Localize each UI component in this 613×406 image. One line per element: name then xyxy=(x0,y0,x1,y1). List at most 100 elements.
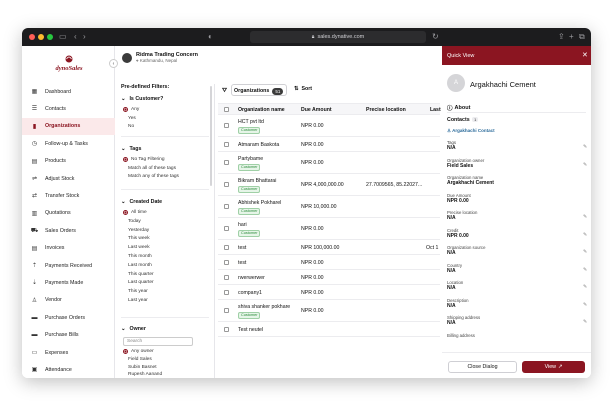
organization-name-cell[interactable]: HCT pvt ltd xyxy=(238,119,264,125)
back-icon[interactable]: ‹ xyxy=(74,31,77,43)
brand-logo[interactable]: dynoSales xyxy=(47,53,91,75)
table-row[interactable]: Atmaram Baskota NPR 0.00 xyxy=(218,137,440,152)
edit-icon[interactable]: ✎ xyxy=(583,267,587,273)
edit-icon[interactable]: ✎ xyxy=(583,232,587,238)
row-checkbox[interactable] xyxy=(224,274,229,280)
organization-name-cell[interactable]: Abhishek Pokharel xyxy=(238,200,281,206)
table-row[interactable]: Abhishek Pokharel Customer NPR 10,000.00 xyxy=(218,196,440,218)
organization-name-cell[interactable]: Atmaram Baskota xyxy=(238,142,279,148)
sidebar-item-vendor[interactable]: ♙ Vendor xyxy=(22,292,115,309)
sidebar-item-follow-up-tasks[interactable]: ◷ Follow-up & Tasks xyxy=(22,135,115,152)
column-header-organization-name[interactable]: Organization name xyxy=(238,107,285,113)
filter-option[interactable]: Rupesh Aanand xyxy=(123,372,162,377)
view-button[interactable]: View ↗ xyxy=(522,361,585,373)
row-checkbox[interactable] xyxy=(224,182,229,187)
filter-option[interactable]: Field Sales xyxy=(123,357,152,362)
organization-name-cell[interactable]: shiva shanker pokhare xyxy=(238,304,290,310)
filter-option[interactable]: Match all of these tags xyxy=(123,166,176,171)
table-row[interactable]: hari Customer NPR 0.00 xyxy=(218,218,440,240)
organization-name-cell[interactable]: test xyxy=(238,260,246,266)
radio-button[interactable] xyxy=(123,210,128,215)
filter-option[interactable]: All time xyxy=(123,210,147,215)
filter-option[interactable]: No xyxy=(123,124,134,129)
organization-name-cell[interactable]: hari xyxy=(238,222,247,228)
row-checkbox[interactable] xyxy=(224,160,229,165)
sidebar-item-payments-received[interactable]: ⇡ Payments Received xyxy=(22,257,115,274)
organization-name-cell[interactable]: Test neutel xyxy=(238,327,263,333)
filter-option[interactable]: No Tag Filtering xyxy=(123,157,165,162)
filter-option[interactable]: Yesterday xyxy=(123,228,149,233)
organization-name-cell[interactable]: company1 xyxy=(238,290,262,296)
edit-icon[interactable]: ✎ xyxy=(583,284,587,290)
filter-option[interactable]: This year xyxy=(123,289,148,294)
table-row[interactable]: rwerwerwer NPR 0.00 xyxy=(218,270,440,285)
organization-name-cell[interactable]: test xyxy=(238,245,246,251)
address-bar[interactable]: 🔒︎ sales.dynative.com xyxy=(250,31,426,43)
column-header-due-amount[interactable]: Due Amount xyxy=(301,107,332,113)
table-row[interactable]: Bikram Bhattarai Customer NPR 4,000,000.00… xyxy=(218,174,440,196)
row-checkbox[interactable] xyxy=(224,289,229,295)
sidebar-toggle-icon[interactable]: ▭ xyxy=(59,31,67,43)
table-row[interactable]: Test neutel xyxy=(218,322,440,337)
row-checkbox[interactable] xyxy=(224,226,229,231)
column-header-precise-location[interactable]: Precise location xyxy=(366,107,406,113)
sidebar-item-quotations[interactable]: ▥ Quotations xyxy=(22,205,115,222)
sort-button[interactable]: ⇅ Sort xyxy=(294,86,312,92)
filter-option[interactable]: Today xyxy=(123,219,141,224)
sidebar-item-organizations[interactable]: ▮ Organizations xyxy=(22,117,115,135)
row-checkbox[interactable] xyxy=(224,204,229,209)
filter-option[interactable]: Last week xyxy=(123,245,150,250)
edit-icon[interactable]: ✎ xyxy=(583,214,587,220)
table-row[interactable]: shiva shanker pokhare Customer NPR 0.00 xyxy=(218,300,440,322)
radio-button[interactable] xyxy=(123,107,128,112)
table-row[interactable]: test NPR 0.00 xyxy=(218,255,440,270)
sidebar-item-expenses[interactable]: ▭ Expenses xyxy=(22,344,115,361)
close-icon[interactable]: ✕ xyxy=(582,51,588,59)
filter-option[interactable]: Any xyxy=(123,107,139,112)
filter-option[interactable]: This quarter xyxy=(123,272,154,277)
tabs-overview-icon[interactable]: ⧉ xyxy=(579,31,585,43)
filter-option[interactable]: Last year xyxy=(123,298,148,303)
sidebar-item-transfer-stock[interactable]: ⇄ Transfer Stock xyxy=(22,187,115,204)
organization-name-cell[interactable]: Partybame xyxy=(238,156,263,162)
sidebar-item-attendance[interactable]: ▣ Attendance xyxy=(22,361,115,378)
share-icon[interactable]: ⇪ xyxy=(558,31,565,43)
row-checkbox[interactable] xyxy=(224,123,229,128)
collapse-sidebar-button[interactable]: ‹ xyxy=(109,59,118,68)
sidebar-item-contacts[interactable]: ☰ Contacts xyxy=(22,100,115,117)
organization-name-cell[interactable]: Bikram Bhattarai xyxy=(238,178,276,184)
sidebar-item-products[interactable]: ▤ Products xyxy=(22,153,115,170)
sidebar-item-payments-made[interactable]: ⇣ Payments Made xyxy=(22,274,115,291)
sidebar-item-sales-orders[interactable]: ⛟ Sales Orders xyxy=(22,222,115,239)
forward-icon[interactable]: › xyxy=(83,31,86,43)
row-checkbox[interactable] xyxy=(224,259,229,265)
maximize-window-button[interactable] xyxy=(47,34,53,40)
filter-option[interactable]: This week xyxy=(123,236,150,241)
filter-section-created-date[interactable]: ⌄ Created Date xyxy=(121,199,162,205)
filter-option[interactable]: Yes xyxy=(123,116,136,121)
sidebar-item-adjust-stock[interactable]: ⇌ Adjust Stock xyxy=(22,170,115,187)
edit-icon[interactable]: ✎ xyxy=(583,162,587,168)
edit-icon[interactable]: ✎ xyxy=(583,249,587,255)
edit-icon[interactable]: ✎ xyxy=(583,319,587,325)
row-checkbox[interactable] xyxy=(224,244,229,250)
minimize-window-button[interactable] xyxy=(38,34,44,40)
radio-button[interactable] xyxy=(123,157,128,162)
close-dialog-button[interactable]: Close Dialog xyxy=(448,361,517,373)
privacy-shield-icon[interactable]: ◐ xyxy=(208,31,213,43)
filters-scrollbar[interactable] xyxy=(210,86,212,186)
filter-option[interactable]: Last month xyxy=(123,263,152,268)
edit-icon[interactable]: ✎ xyxy=(583,302,587,308)
edit-icon[interactable]: ✎ xyxy=(583,144,587,150)
table-row[interactable]: Partybame Customer NPR 0.00 xyxy=(218,152,440,174)
sidebar-item-purchase-orders[interactable]: ▬ Purchase Orders xyxy=(22,309,115,326)
filter-option[interactable]: Match any of these tags xyxy=(123,174,179,179)
row-checkbox[interactable] xyxy=(224,141,229,147)
radio-button[interactable] xyxy=(123,349,128,354)
row-checkbox[interactable] xyxy=(224,326,229,332)
filter-option[interactable]: This month xyxy=(123,254,152,259)
table-row[interactable]: HCT pvt ltd Customer NPR 0.00 xyxy=(218,115,440,137)
company-switcher[interactable]: Ridma Trading Concern ⌖ Kathmandu, Nepal xyxy=(122,52,198,63)
contact-link[interactable]: ♙ Argakhachi Contact xyxy=(447,128,495,134)
new-tab-icon[interactable]: + xyxy=(569,31,574,43)
